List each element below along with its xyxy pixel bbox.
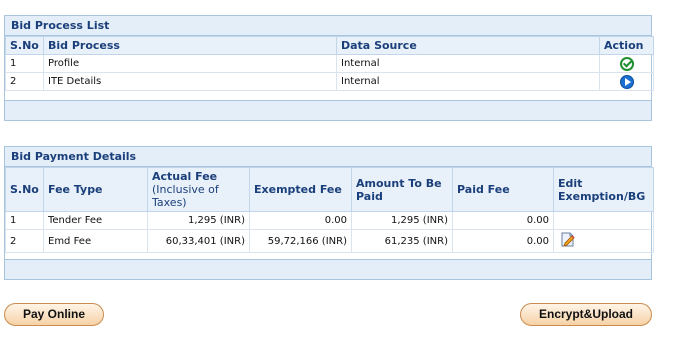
cell-exempted-fee: 0.00 [249,211,352,230]
table-row: 2 ITE Details Internal [5,72,654,91]
cell-actual-fee: 60,33,401 (INR) [147,229,250,253]
edit-document-icon[interactable] [560,231,576,251]
cell-edit [553,229,654,253]
bid-payment-table: S.No Fee Type Actual Fee (Inclusive of T… [5,167,654,253]
cell-amount-to-be-paid: 1,295 (INR) [351,211,453,230]
cell-amount-to-be-paid: 61,235 (INR) [351,229,453,253]
table-header-row: S.No Fee Type Actual Fee (Inclusive of T… [5,167,654,212]
col-header-sno: S.No [5,36,44,55]
pay-online-button[interactable]: Pay Online [4,303,104,326]
cell-data-source: Internal [336,72,600,91]
encrypt-upload-button[interactable]: Encrypt&Upload [520,303,652,326]
col-header-actual-fee: Actual Fee (Inclusive of Taxes) [147,167,250,212]
cell-sno: 2 [5,72,44,91]
cell-actual-fee: 1,295 (INR) [147,211,250,230]
bid-process-table: S.No Bid Process Data Source Action 1 Pr… [5,36,654,91]
cell-fee-type: Tender Fee [43,211,148,230]
bid-process-title: Bid Process List [5,16,651,36]
cell-data-source: Internal [336,54,600,73]
cell-fee-type: Emd Fee [43,229,148,253]
cell-sno: 2 [5,229,44,253]
panel-footer [5,100,651,120]
cell-sno: 1 [5,211,44,230]
bid-payment-title: Bid Payment Details [5,147,651,167]
cell-action [599,54,654,73]
bid-process-panel: Bid Process List S.No Bid Process Data S… [4,15,654,121]
col-header-action: Action [599,36,654,55]
table-row: 1 Tender Fee 1,295 (INR) 0.00 1,295 (INR… [5,211,654,230]
cell-paid-fee: 0.00 [452,211,554,230]
col-header-bid-process: Bid Process [43,36,337,55]
cell-paid-fee: 0.00 [452,229,554,253]
col-header-amount-to-be-paid: Amount To Be Paid [351,167,453,212]
panel-footer [5,259,651,279]
col-header-data-source: Data Source [336,36,600,55]
cell-sno: 1 [5,54,44,73]
cell-bid-process: Profile [43,54,337,73]
cell-action [599,72,654,91]
col-header-fee-type: Fee Type [43,167,148,212]
cell-edit [553,211,654,230]
actual-fee-label: Actual Fee [152,170,218,183]
table-header-row: S.No Bid Process Data Source Action [5,36,654,55]
col-header-sno: S.No [5,167,44,212]
col-header-exempted-fee: Exempted Fee [249,167,352,212]
play-circle-icon[interactable] [619,74,634,89]
check-circle-icon[interactable] [619,56,634,71]
bid-payment-panel: Bid Payment Details S.No Fee Type Actual… [4,146,654,280]
cell-bid-process: ITE Details [43,72,337,91]
actual-fee-note: (Inclusive of Taxes) [152,183,219,209]
table-row: 1 Profile Internal [5,54,654,73]
col-header-paid-fee: Paid Fee [452,167,554,212]
col-header-edit-exemption: Edit Exemption/BG [553,167,654,212]
table-row: 2 Emd Fee 60,33,401 (INR) 59,72,166 (INR… [5,229,654,253]
cell-exempted-fee: 59,72,166 (INR) [249,229,352,253]
